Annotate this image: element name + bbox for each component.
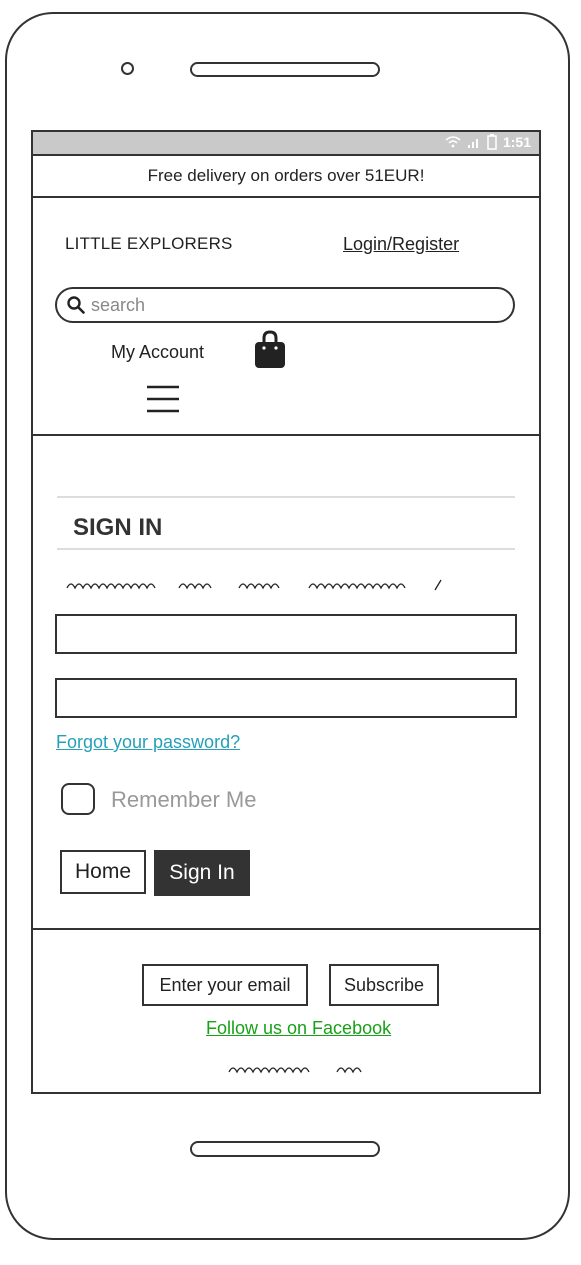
signin-section: SIGN IN Forgot your password? Remember M… [33,436,539,930]
earpiece-speaker [190,62,380,77]
wifi-icon [445,136,461,148]
hamburger-menu-icon[interactable] [146,384,180,414]
login-register-link[interactable]: Login/Register [343,234,459,255]
remember-me-label: Remember Me [111,787,257,812]
forgot-password-link[interactable]: Forgot your password? [56,732,240,753]
phone-home-button[interactable] [190,1141,380,1157]
placeholder-text-squiggle [66,579,442,591]
password-input[interactable] [57,680,519,718]
brand-name: LITTLE EXPLORERS [65,234,233,253]
signal-icon [467,136,481,148]
site-header: LITTLE EXPLORERS Login/Register My Accou… [33,198,539,436]
username-field[interactable] [55,614,519,654]
signin-title: SIGN IN [73,514,163,541]
search-input[interactable] [89,293,493,317]
remember-me-checkbox[interactable] [61,783,95,815]
divider-bottom [57,548,515,550]
front-camera [121,62,134,75]
screen: 1:51 Free delivery on orders over 51EUR!… [31,130,541,1094]
promo-banner: Free delivery on orders over 51EUR! [33,154,539,198]
search-bar [55,287,515,323]
divider-top [57,496,515,498]
password-field[interactable] [55,678,519,718]
newsletter-email-input[interactable]: Enter your email [142,964,308,1006]
status-time: 1:51 [502,134,531,150]
promo-text: Free delivery on orders over 51EUR! [147,166,425,185]
home-button[interactable]: Home [60,850,146,894]
facebook-link[interactable]: Follow us on Facebook [206,1018,391,1039]
search-icon[interactable] [67,296,85,314]
status-bar: 1:51 [33,132,539,154]
shopping-bag-icon[interactable] [253,330,287,370]
my-account-link[interactable]: My Account [111,342,204,363]
site-footer: Enter your email Subscribe Follow us on … [33,930,539,1092]
footer-text-squiggle [228,1067,362,1074]
sign-in-button[interactable]: Sign In [154,850,250,896]
battery-icon [487,134,497,150]
username-input[interactable] [57,616,519,654]
subscribe-button[interactable]: Subscribe [329,964,439,1006]
